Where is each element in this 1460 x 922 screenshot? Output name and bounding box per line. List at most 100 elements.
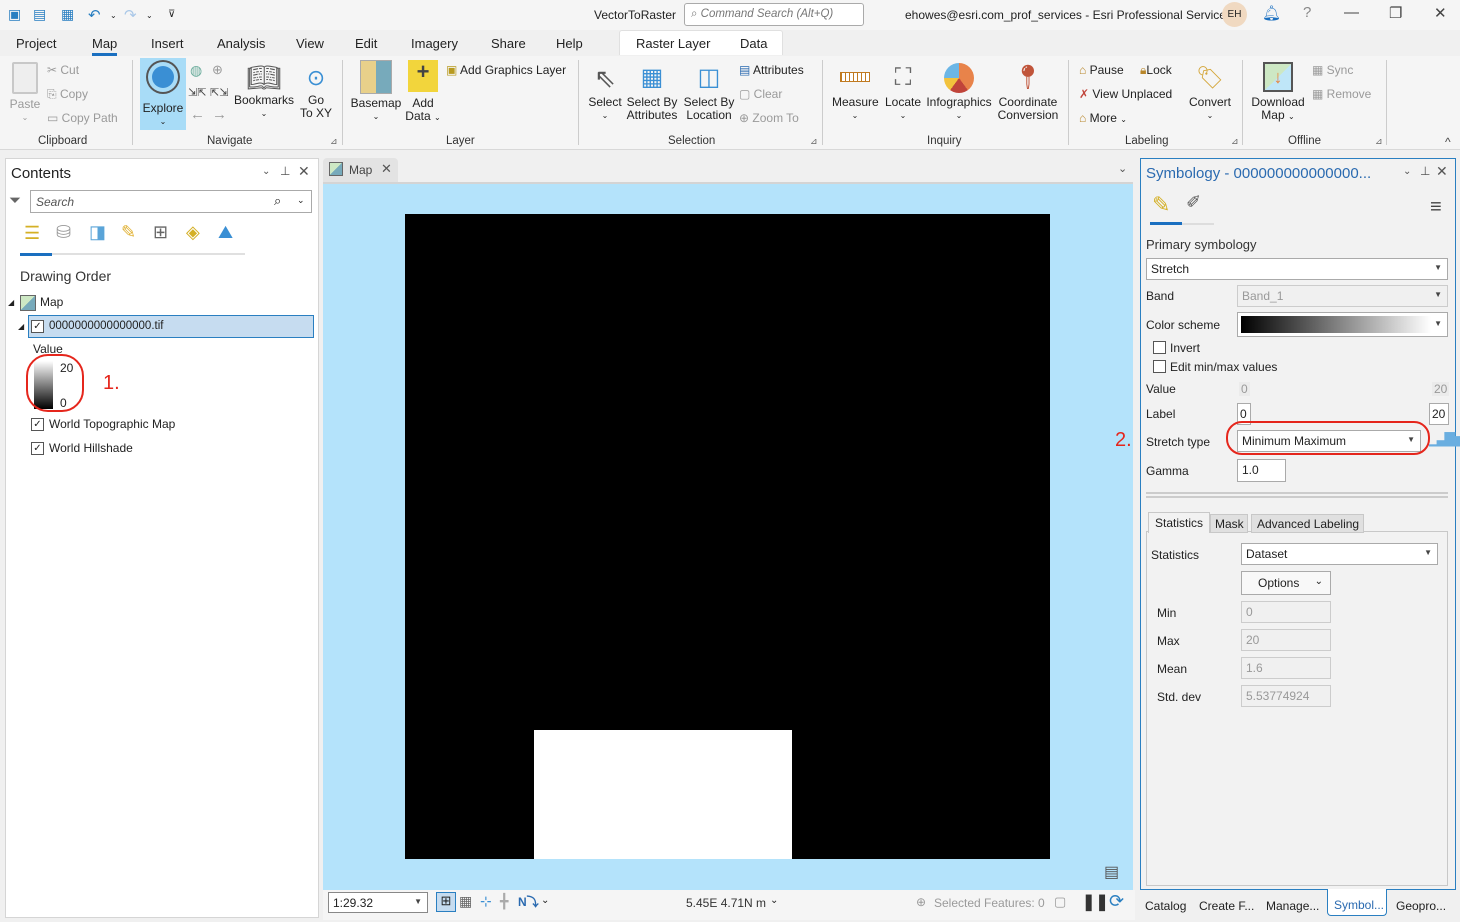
snapping-icon[interactable]: ⊞ bbox=[436, 892, 456, 912]
notifications-icon[interactable]: 🔔︎ bbox=[1262, 4, 1281, 22]
search-options-icon[interactable]: ⌄ bbox=[297, 195, 305, 206]
expand-map-icon[interactable]: ◢ bbox=[8, 298, 14, 307]
tab-help[interactable]: Help bbox=[556, 36, 583, 51]
previous-extent-icon[interactable]: ← bbox=[190, 106, 205, 123]
layer-visibility-checkbox[interactable]: ✓ bbox=[31, 442, 44, 455]
copy-path-button[interactable]: ▭ Copy Path bbox=[47, 111, 118, 125]
list-by-labeling-icon[interactable]: ◈ bbox=[186, 222, 200, 243]
secondary-symbology-tab-icon[interactable]: ✐ bbox=[1186, 192, 1201, 213]
correction-icon[interactable]: ╋ bbox=[500, 893, 508, 910]
renderer-dropdown[interactable]: Stretch ▼ bbox=[1146, 258, 1448, 280]
menu-icon[interactable]: ≡ bbox=[1430, 196, 1442, 219]
histogram-icon[interactable]: ▁▃▇▅▂ bbox=[1429, 430, 1460, 447]
tab-insert[interactable]: Insert bbox=[151, 36, 184, 51]
primary-symbology-tab-icon[interactable]: ✎ bbox=[1152, 192, 1170, 218]
grid-icon[interactable]: ▦ bbox=[459, 893, 472, 910]
add-graphics-layer-button[interactable]: ▣ Add Graphics Layer bbox=[446, 63, 566, 77]
selected-features-count[interactable]: Selected Features: 0 bbox=[934, 896, 1045, 910]
clear-selection-icon[interactable]: ▢ bbox=[1054, 894, 1066, 910]
zoom-to-selected-icon[interactable]: ⊕ bbox=[916, 895, 926, 909]
filter-icon[interactable]: ⏷ bbox=[9, 192, 21, 209]
search-icon[interactable]: ⌕ bbox=[274, 193, 281, 209]
options-button[interactable]: Options ⌄ bbox=[1241, 571, 1331, 595]
close-tab-icon[interactable]: ✕ bbox=[381, 161, 392, 177]
bookmarks-button[interactable]: 📖︎ Bookmarks ⌄ bbox=[233, 62, 295, 120]
sync-button[interactable]: ▦ Sync bbox=[1312, 63, 1353, 77]
dialog-launcher-icon[interactable]: ⊿ bbox=[810, 136, 818, 147]
map-node-label[interactable]: Map bbox=[40, 295, 63, 309]
pin-icon[interactable]: ⊥ bbox=[1420, 164, 1430, 178]
constraints-icon[interactable]: ⊹ bbox=[480, 893, 492, 910]
layer-visibility-checkbox[interactable]: ✓ bbox=[31, 418, 44, 431]
tab-data[interactable]: Data bbox=[740, 36, 767, 51]
download-map-button[interactable]: ↓ Download Map ⌄ bbox=[1250, 60, 1306, 123]
gamma-input[interactable]: 1.0 bbox=[1237, 459, 1286, 482]
next-extent-icon[interactable]: → bbox=[212, 106, 227, 123]
close-pane-icon[interactable]: ✕ bbox=[1436, 163, 1448, 180]
list-by-data-source-icon[interactable]: ⛁ bbox=[56, 222, 71, 243]
layer-name[interactable]: World Topographic Map bbox=[49, 417, 175, 431]
dialog-launcher-icon[interactable]: ⊿ bbox=[1231, 136, 1239, 147]
tab-project[interactable]: Project bbox=[16, 36, 56, 51]
open-project-icon[interactable]: ▤ bbox=[33, 6, 51, 24]
splitter-handle[interactable] bbox=[1146, 492, 1448, 498]
tab-analysis[interactable]: Analysis bbox=[217, 36, 265, 51]
select-button[interactable]: ⇖ Select ⌄ bbox=[586, 60, 624, 122]
tab-imagery[interactable]: Imagery bbox=[411, 36, 458, 51]
dialog-launcher-icon[interactable]: ⊿ bbox=[1375, 136, 1383, 147]
view-unplaced-button[interactable]: ✗ View Unplaced bbox=[1079, 87, 1172, 101]
lock-labeling-button[interactable]: 🔒︎Lock bbox=[1140, 63, 1172, 78]
redo-dropdown-icon[interactable]: ⌄ bbox=[146, 11, 164, 29]
collapse-ribbon-icon[interactable]: ^ bbox=[1445, 135, 1451, 149]
invert-checkbox[interactable] bbox=[1153, 341, 1166, 354]
bottom-tab-create-features[interactable]: Create F... bbox=[1199, 899, 1254, 913]
tab-advanced-labeling[interactable]: Advanced Labeling bbox=[1251, 514, 1364, 533]
zoom-to-selection-button[interactable]: ⊕ Zoom To bbox=[739, 111, 799, 125]
measure-button[interactable]: Measure ⌄ bbox=[832, 60, 879, 122]
tab-map[interactable]: Map bbox=[92, 36, 118, 56]
edit-minmax-checkbox[interactable] bbox=[1153, 360, 1166, 373]
pane-options-icon[interactable]: ⌄ bbox=[262, 166, 270, 177]
tab-share[interactable]: Share bbox=[491, 36, 526, 51]
tab-mask[interactable]: Mask bbox=[1210, 514, 1248, 533]
select-by-attributes-button[interactable]: ▦ Select By Attributes bbox=[625, 60, 679, 122]
avatar[interactable]: EH bbox=[1222, 2, 1247, 27]
bottom-tab-catalog[interactable]: Catalog bbox=[1145, 899, 1186, 913]
select-by-location-button[interactable]: ◫ Select By Location bbox=[682, 60, 736, 122]
more-labeling-button[interactable]: ⌂ More ⌄ bbox=[1079, 111, 1127, 125]
cut-button[interactable]: ✂ Cut bbox=[47, 63, 79, 77]
full-extent-icon[interactable]: ◍ bbox=[190, 62, 202, 79]
label-max-input[interactable]: 20 bbox=[1429, 403, 1449, 425]
layer-name[interactable]: 0000000000000000.tif bbox=[49, 320, 163, 332]
command-search-input[interactable]: ⌕ Command Search (Alt+Q) bbox=[684, 3, 864, 26]
statistics-dropdown[interactable]: Dataset ▼ bbox=[1241, 543, 1438, 565]
restore-button[interactable]: ❐ bbox=[1389, 4, 1402, 22]
add-data-button[interactable]: + Add Data ⌄ bbox=[405, 60, 441, 124]
bottom-tab-symbology[interactable]: Symbol... bbox=[1327, 889, 1387, 916]
paste-button[interactable]: Paste ⌄ bbox=[8, 62, 42, 124]
fixed-zoom-in-icon[interactable]: ⇲⇱ bbox=[188, 86, 206, 99]
convert-button[interactable]: 🏷︎ Convert ⌄ bbox=[1187, 60, 1233, 122]
pause-labeling-button[interactable]: ⌂ Pause bbox=[1079, 63, 1124, 77]
list-by-perspective-icon[interactable]: ⛰ bbox=[218, 222, 233, 243]
locate-button[interactable]: ⛶ Locate ⌄ bbox=[883, 60, 923, 122]
view-dropdown-icon[interactable]: ⌄ bbox=[1118, 162, 1127, 175]
basemap-button[interactable]: Basemap ⌄ bbox=[350, 60, 402, 123]
layer-name[interactable]: World Hillshade bbox=[49, 441, 133, 455]
redo-icon[interactable]: ↷ bbox=[124, 6, 142, 24]
minimize-button[interactable]: — bbox=[1344, 4, 1359, 21]
user-account[interactable]: ehowes@esri.com_prof_services - Esri Pro… bbox=[905, 8, 1232, 22]
remove-button[interactable]: ▦ Remove bbox=[1312, 87, 1371, 101]
layer-visibility-checkbox[interactable]: ✓ bbox=[31, 320, 44, 333]
infographics-button[interactable]: Infographics ⌄ bbox=[925, 60, 993, 122]
tab-raster-layer[interactable]: Raster Layer bbox=[636, 36, 710, 51]
list-by-drawing-order-icon[interactable]: ☰ bbox=[24, 223, 40, 244]
zoom-to-layer-icon[interactable]: ⊕ bbox=[212, 62, 223, 78]
dialog-launcher-icon[interactable]: ⊿ bbox=[330, 136, 338, 147]
coordinate-conversion-button[interactable]: 📍︎ Coordinate Conversion bbox=[996, 60, 1060, 122]
close-pane-icon[interactable]: ✕ bbox=[298, 163, 310, 180]
copy-button[interactable]: ⎘ Copy bbox=[47, 87, 88, 102]
pin-icon[interactable]: ⊥ bbox=[280, 164, 290, 178]
color-scheme-dropdown[interactable]: ▼ bbox=[1237, 312, 1448, 337]
fixed-zoom-out-icon[interactable]: ⇱⇲ bbox=[210, 86, 228, 99]
